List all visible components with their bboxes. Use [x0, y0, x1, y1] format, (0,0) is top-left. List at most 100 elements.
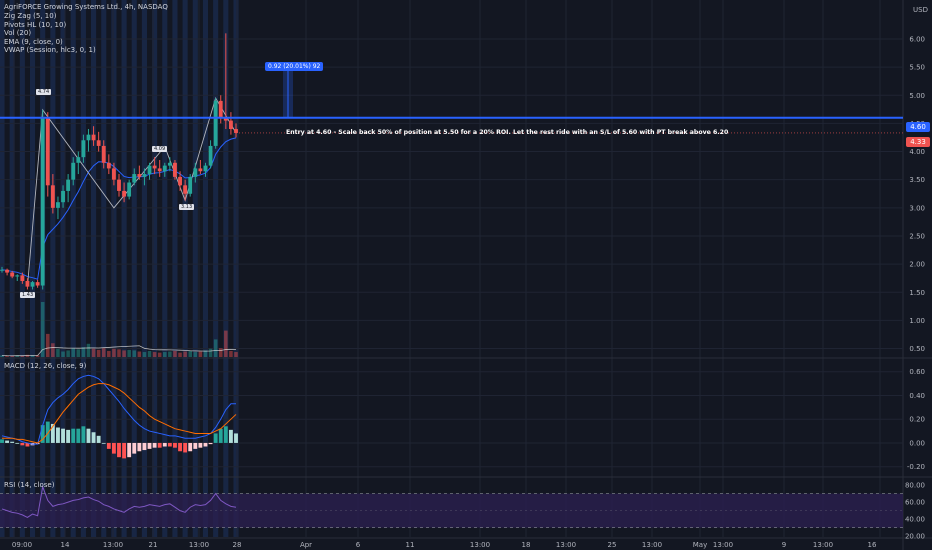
candle-body — [30, 282, 35, 287]
candle-body — [96, 140, 101, 146]
session-band — [91, 0, 97, 537]
candle-body — [25, 281, 30, 287]
macd-pane-label[interactable]: MACD (12, 26, close, 9) — [4, 362, 86, 370]
candle-body — [208, 145, 213, 166]
candle-body — [188, 176, 193, 194]
volume-bar — [127, 349, 131, 357]
macd-histogram-bar — [66, 429, 71, 443]
time-tick-label: 21 — [149, 541, 158, 549]
macd-histogram-bar — [106, 442, 111, 449]
time-tick-label: May — [693, 541, 707, 549]
candle-body — [45, 117, 50, 186]
price-tick-label: 4.00 — [909, 148, 925, 156]
volume-bar — [91, 348, 96, 357]
time-tick-label: 13:00 — [189, 541, 209, 549]
chart-canvas[interactable]: 6.005.505.004.504.003.503.002.502.001.50… — [0, 0, 932, 550]
volume-bar — [107, 350, 111, 357]
macd-histogram-bar — [5, 440, 10, 443]
volume-bar — [76, 349, 81, 357]
rsi-tick-label: 20.00 — [905, 533, 925, 541]
rsi-tick-label: 60.00 — [905, 499, 925, 507]
volume-bar — [198, 351, 203, 357]
time-tick-label: 18 — [522, 541, 531, 549]
candle-body — [147, 165, 152, 175]
macd-histogram-bar — [127, 442, 132, 458]
candle-body — [66, 179, 71, 191]
candle-body — [218, 100, 223, 118]
volume-bar — [178, 352, 182, 357]
volume-bar — [188, 350, 192, 357]
candle-body — [157, 168, 162, 172]
ema-line — [1, 137, 237, 280]
time-tick-label: 09:00 — [12, 541, 32, 549]
pivot-high-label: 4.09 — [152, 146, 168, 152]
volume-bar — [81, 347, 86, 357]
candle-body — [81, 140, 86, 158]
candle-body — [0, 269, 4, 271]
macd-tick-label: 0.60 — [909, 368, 925, 376]
time-tick-label: 13:00 — [556, 541, 576, 549]
candle-body — [152, 165, 157, 169]
indicator-pivots[interactable]: Pivots HL (10, 10) — [4, 21, 96, 30]
indicator-list: Zig Zag (5, 10) Pivots HL (10, 10) Vol (… — [4, 12, 96, 55]
candle-body — [198, 168, 203, 172]
measure-label[interactable]: 0.92 (20.01%) 92 — [265, 62, 324, 71]
candle-body — [76, 157, 81, 163]
price-tick-label: 5.50 — [909, 64, 925, 72]
macd-histogram-bar — [173, 442, 177, 448]
rsi-tick-label: 80.00 — [905, 482, 925, 490]
price-tick-label: 2.00 — [909, 261, 925, 269]
candle-body — [178, 176, 182, 186]
indicator-zigzag[interactable]: Zig Zag (5, 10) — [4, 12, 96, 21]
time-tick-label: 25 — [608, 541, 617, 549]
macd-histogram-bar — [56, 427, 60, 443]
macd-signal-line — [2, 383, 237, 444]
price-tick-label: 3.00 — [909, 204, 925, 212]
volume-bar — [86, 343, 91, 357]
candle-body — [111, 168, 116, 180]
session-band — [192, 0, 198, 537]
session-band — [101, 0, 107, 537]
candle-body — [20, 275, 25, 282]
time-tick-label: 28 — [233, 541, 242, 549]
volume-bar — [147, 350, 152, 357]
macd-histogram-bar — [218, 428, 223, 443]
macd-histogram-bar — [188, 442, 193, 452]
pivot-low-label: 3.13 — [179, 204, 195, 210]
macd-histogram-bar — [208, 442, 213, 445]
session-band — [202, 0, 209, 537]
macd-histogram-bar — [91, 432, 96, 443]
volume-bar — [117, 349, 121, 357]
time-tick-label: 13:00 — [103, 541, 123, 549]
indicator-volume[interactable]: Vol (20) — [4, 29, 96, 38]
macd-histogram-bar — [228, 429, 233, 443]
macd-histogram-bar — [101, 442, 106, 444]
volume-bar — [234, 352, 238, 357]
rsi-pane-label[interactable]: RSI (14, close) — [4, 481, 54, 489]
candle-body — [122, 190, 127, 197]
volume-bar — [61, 351, 65, 357]
macd-histogram-bar — [167, 442, 172, 447]
time-tick-label: 11 — [406, 541, 415, 549]
time-tick-label: 14 — [61, 541, 70, 549]
indicator-vwap[interactable]: VWAP (Session, hlc3, 0, 1) — [4, 46, 96, 55]
pivot-high-label: 4.74 — [36, 89, 52, 95]
candle-body — [234, 129, 238, 133]
pivot-low-label: 1.43 — [20, 292, 36, 298]
macd-tick-label: 0.00 — [909, 439, 925, 447]
candle-body — [91, 134, 96, 141]
price-tick-label: 0.50 — [909, 345, 925, 353]
rsi-tick-label: 40.00 — [905, 516, 925, 524]
volume-bar — [51, 343, 55, 357]
macd-histogram-bar — [0, 439, 4, 443]
price-tick-label: 1.50 — [909, 289, 925, 297]
candle-body — [127, 182, 132, 197]
candle-body — [173, 162, 177, 177]
macd-histogram-bar — [142, 442, 147, 451]
price-tick-label: 2.50 — [909, 232, 925, 240]
macd-histogram-bar — [183, 442, 188, 453]
indicator-ema[interactable]: EMA (9, close, 0) — [4, 38, 96, 47]
macd-histogram-bar — [147, 442, 152, 449]
session-band — [162, 0, 168, 537]
macd-histogram-bar — [10, 441, 15, 443]
